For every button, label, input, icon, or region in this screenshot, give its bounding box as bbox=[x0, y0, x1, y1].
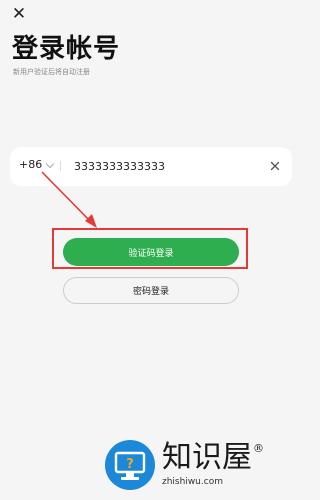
close-button[interactable]: ✕ bbox=[8, 3, 30, 25]
watermark: ? 知识屋 ® zhishiwu.com bbox=[104, 430, 300, 500]
page-title: 登录帐号 bbox=[12, 34, 121, 64]
registered-mark: ® bbox=[253, 442, 264, 455]
chevron-down-icon[interactable] bbox=[45, 159, 55, 169]
clear-icon[interactable] bbox=[268, 159, 282, 173]
password-login-button[interactable]: 密码登录 bbox=[63, 277, 239, 304]
country-code-selector[interactable]: +86 bbox=[19, 158, 42, 171]
sms-login-button[interactable]: 验证码登录 bbox=[63, 238, 239, 266]
phone-input-card: +86 bbox=[10, 147, 292, 186]
watermark-url: zhishiwu.com bbox=[162, 477, 223, 487]
phone-number-input[interactable] bbox=[74, 156, 254, 176]
close-icon: ✕ bbox=[11, 3, 27, 24]
svg-text:?: ? bbox=[126, 457, 134, 472]
watermark-name: 知识屋 bbox=[162, 440, 252, 475]
divider bbox=[60, 161, 61, 171]
watermark-logo-icon: ? bbox=[105, 440, 155, 490]
page-subtitle: 新用户验证后将自动注册 bbox=[13, 68, 90, 76]
